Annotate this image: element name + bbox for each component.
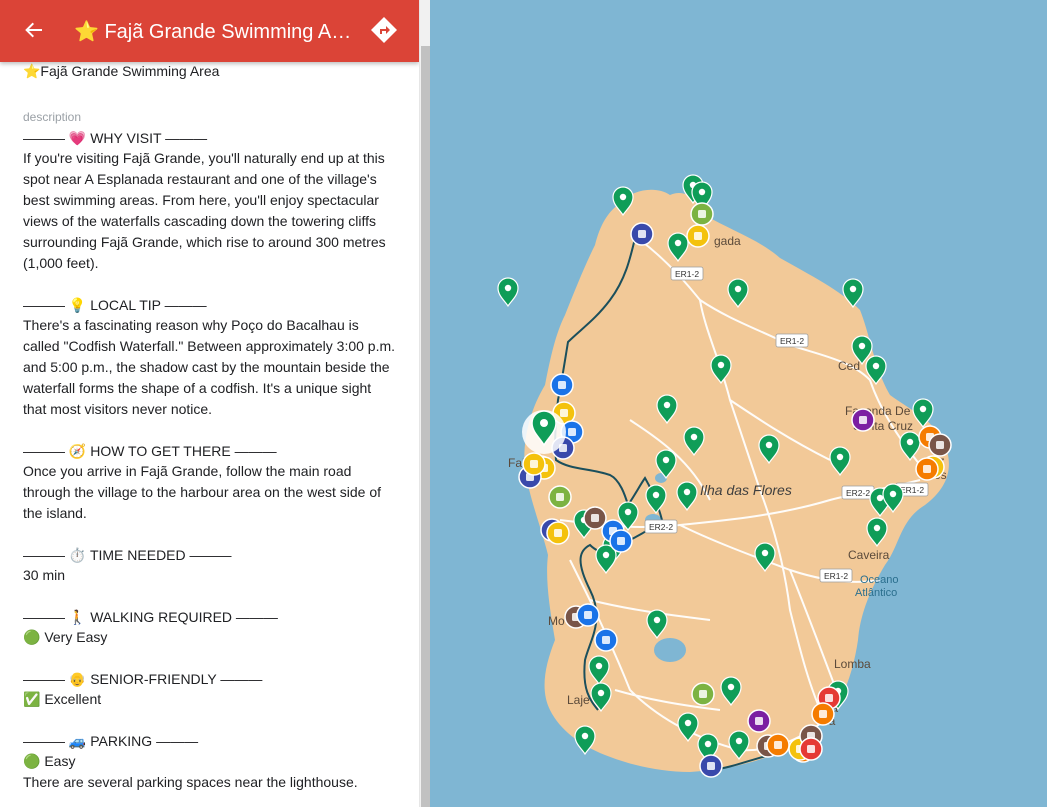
section: ——— ⏱️ TIME NEEDED ——— 30 min (23, 545, 403, 607)
section-body-line: If you're visiting Fajã Grande, you'll n… (23, 150, 385, 166)
description-sections: ——— 💗 WHY VISIT ——— If you're visiting Fa… (23, 128, 403, 793)
map-pin-indigo[interactable] (630, 222, 654, 246)
label-mosteiro: Mo (548, 614, 565, 628)
section-body-line: and 5:00 p.m., the shadow cast by the mo… (23, 359, 390, 375)
place-details-panel: ⭐ Fajã Grande Swimming Area ⭐Fajã Grande… (0, 0, 419, 807)
arrow-left-icon (25, 22, 42, 38)
section-body-line: There's a fascinating reason why Poço do… (23, 317, 359, 333)
map-pin-olive[interactable] (691, 682, 715, 706)
svg-text:ER2-2: ER2-2 (649, 522, 673, 532)
road-shield: ER1-2 (775, 333, 809, 348)
section-body-line: 30 min (23, 567, 66, 583)
map-pin-brown[interactable] (928, 433, 952, 457)
label-oceano: Oceano (860, 574, 899, 586)
label-caveira: Caveira (848, 548, 890, 562)
label-ilha-das-flores: Ilha das Flores (700, 482, 792, 498)
road-shield: ER1-2 (819, 568, 853, 583)
map-pin-olive[interactable] (690, 202, 714, 226)
section-body-line: best swimming areas. From here, you'll e… (23, 192, 379, 208)
map-pin-yellow[interactable] (686, 224, 710, 248)
map-pin-yellow[interactable] (546, 521, 570, 545)
map-canvas[interactable]: gada Ced Fazenda De Santa Cruz uz es Ilh… (430, 0, 1047, 807)
section-body-line: (1,000 feet). (23, 255, 99, 271)
section-body-line: the island. (23, 505, 87, 521)
svg-text:ER1-2: ER1-2 (780, 336, 804, 346)
road-shield: ER2-2 (841, 485, 875, 500)
section-body-line: through the village to the harbour area … (23, 484, 382, 500)
section-body-line: There are several parking spaces near th… (23, 774, 358, 790)
label-ponta-delgada: gada (714, 234, 741, 248)
section-body-line: 🟢 Very Easy (23, 629, 108, 645)
svg-text:ER2-2: ER2-2 (846, 488, 870, 498)
road-shield: ER1-2 (670, 266, 704, 281)
selected-place-pin[interactable] (522, 410, 566, 454)
directions-button[interactable] (368, 14, 400, 46)
section-body-line: waterfall forms the shape of a codfish. … (23, 380, 372, 396)
map-pin-indigo[interactable] (699, 754, 723, 778)
map-pin-green[interactable] (497, 277, 519, 308)
section-heading: ——— 💡 LOCAL TIP ——— (23, 297, 207, 313)
section-body-line: surrounding Fajã Grande, which rise to a… (23, 234, 386, 250)
section-body-line: views of the waterfalls cascading down t… (23, 213, 377, 229)
page-title: ⭐ Fajã Grande Swimming Area (74, 21, 354, 43)
place-name: ⭐Fajã Grande Swimming Area (23, 63, 220, 79)
lake (654, 638, 686, 662)
map-pin-orange[interactable] (811, 702, 835, 726)
label-lomba: Lomba (834, 657, 871, 671)
section: ——— 🚶 WALKING REQUIRED ——— 🟢 Very Easy (23, 607, 403, 669)
section-heading: ——— 🚶 WALKING REQUIRED ——— (23, 609, 278, 625)
section-body-line: called "Codfish Waterfall." Between appr… (23, 338, 396, 354)
map-pin-orange[interactable] (766, 733, 790, 757)
svg-text:ER1-2: ER1-2 (824, 571, 848, 581)
section-heading: ——— 👴 SENIOR-FRIENDLY ——— (23, 671, 263, 687)
section: ——— 👴 SENIOR-FRIENDLY ——— ✅ Excellent (23, 669, 403, 731)
section: ——— 💡 LOCAL TIP ——— There's a fascinating… (23, 295, 403, 441)
map-pin-purple[interactable] (851, 408, 875, 432)
label-lajedo: Laje (567, 693, 590, 707)
section-body-line: Once you arrive in Fajã Grande, follow t… (23, 463, 352, 479)
map-pin-green[interactable] (574, 725, 596, 756)
map-pin-blue[interactable] (550, 373, 574, 397)
scrollbar-thumb[interactable] (421, 46, 430, 807)
map-pin-purple[interactable] (747, 709, 771, 733)
directions-icon (371, 17, 397, 43)
section-body-line: 🟢 Easy (23, 753, 76, 769)
header-bar: ⭐ Fajã Grande Swimming Area (0, 0, 419, 62)
map-pin-blue[interactable] (609, 529, 633, 553)
map-pin-red[interactable] (799, 737, 823, 761)
section-heading: ——— 🚙 PARKING ——— (23, 733, 199, 749)
section-heading: ——— 💗 WHY VISIT ——— (23, 130, 208, 146)
map-view[interactable]: gada Ced Fazenda De Santa Cruz uz es Ilh… (430, 0, 1047, 807)
label-cedros: Ced (838, 359, 860, 373)
svg-text:ER1-2: ER1-2 (900, 485, 924, 495)
map-pin-blue[interactable] (594, 628, 618, 652)
map-pin-orange[interactable] (915, 457, 939, 481)
back-button[interactable] (18, 14, 50, 46)
section-heading: ——— 🧭 HOW TO GET THERE ——— (23, 443, 277, 459)
section: ——— 🧭 HOW TO GET THERE ——— Once you arriv… (23, 441, 403, 545)
section-body-line: that most visitors never notice. (23, 401, 213, 417)
section-body-line: ✅ Excellent (23, 691, 102, 707)
map-pin-yellow[interactable] (522, 452, 546, 476)
section: ——— 💗 WHY VISIT ——— If you're visiting Fa… (23, 128, 403, 295)
section-body-line: spot near A Esplanada restaurant and one… (23, 171, 377, 187)
road-shield: ER2-2 (644, 519, 678, 534)
map-pin-olive[interactable] (548, 485, 572, 509)
svg-text:ER1-2: ER1-2 (675, 269, 699, 279)
section-heading: ——— ⏱️ TIME NEEDED ——— (23, 547, 232, 563)
section: ——— 🚙 PARKING ——— 🟢 Easy There are several… (23, 731, 403, 793)
label-atlantico: Atlântico (855, 587, 897, 599)
description-label: description (23, 110, 82, 124)
map-pin-blue[interactable] (576, 603, 600, 627)
place-content: ⭐Fajã Grande Swimming Area description —… (23, 62, 403, 793)
